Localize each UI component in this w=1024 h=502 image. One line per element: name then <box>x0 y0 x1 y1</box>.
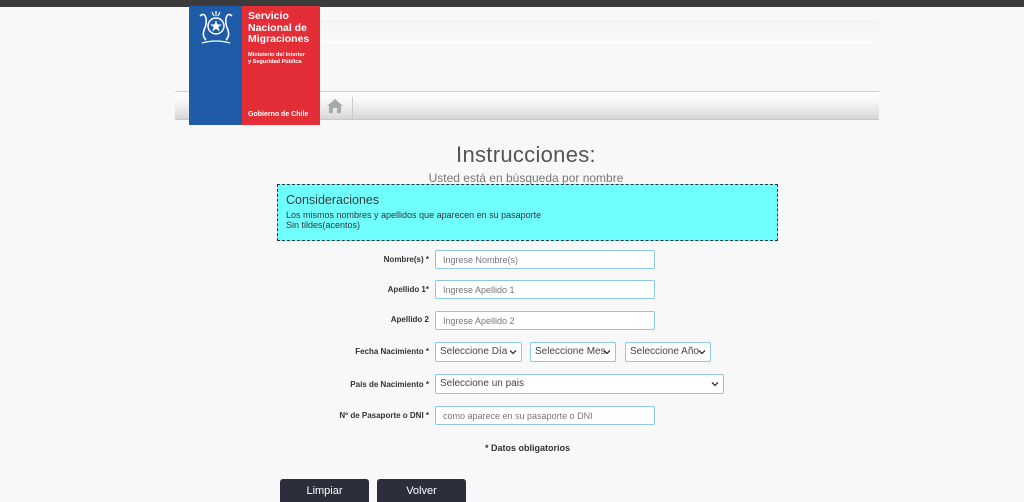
logo-red-panel: Servicio Nacional de Migraciones Ministe… <box>242 6 320 125</box>
nav-separator <box>352 97 353 119</box>
page-title: Instrucciones: <box>456 142 596 167</box>
considerations-notice: Consideraciones Los mismos nombres y ape… <box>277 184 778 241</box>
chevron-down-icon <box>509 350 517 355</box>
logo-blue-panel <box>189 6 242 125</box>
pais-nacimiento-label: País de Nacimiento * <box>350 380 429 389</box>
anio-select-value: Seleccione Año <box>630 346 699 357</box>
chevron-down-icon <box>711 382 719 387</box>
logo-subtitle-line: Ministerio del Interior <box>248 52 305 58</box>
logo-subtitle-line: y Seguridad Pública <box>248 59 302 65</box>
back-button[interactable]: Volver <box>377 479 466 502</box>
notice-heading: Consideraciones <box>286 193 380 207</box>
chevron-down-icon <box>698 350 706 355</box>
apellido2-label: Apellido 2 <box>390 315 429 324</box>
logo-title-line: Servicio <box>248 10 289 22</box>
logo-government: Gobierno de Chile <box>248 111 309 118</box>
nombre-input[interactable]: Ingrese Nombre(s) <box>435 250 655 269</box>
chile-crest-icon <box>199 11 233 44</box>
browser-top-bar <box>0 0 1024 7</box>
anio-select[interactable]: Seleccione Año <box>625 342 711 362</box>
notice-line: Los mismos nombres y apellidos que apare… <box>286 210 542 220</box>
chevron-down-icon <box>603 350 611 355</box>
logo: Servicio Nacional de Migraciones Ministe… <box>189 6 320 125</box>
pais-select[interactable]: Seleccione un pais <box>435 374 724 394</box>
nombre-label: Nombre(s) * <box>383 255 429 264</box>
notice-line: Sin tildes(acentos) <box>286 220 361 230</box>
mes-select-value: Seleccione Mes <box>535 346 606 357</box>
apellido2-input[interactable]: Ingrese Apellido 2 <box>435 311 655 330</box>
page-subtitle: Usted está en búsqueda por nombre <box>428 171 624 185</box>
home-icon[interactable] <box>326 98 344 114</box>
clear-button[interactable]: Limpiar <box>280 479 369 502</box>
fecha-nacimiento-label: Fecha Nacimiento * <box>355 347 429 356</box>
apellido1-input[interactable]: Ingrese Apellido 1 <box>435 280 655 299</box>
pasaporte-input[interactable]: como aparece en su pasaporte o DNI <box>435 406 655 425</box>
logo-title-line: Migraciones <box>248 33 310 45</box>
pasaporte-label: Nº de Pasaporte o DNI * <box>339 411 429 420</box>
logo-subtitle: Ministerio del Interior y Seguridad Públ… <box>248 52 320 66</box>
mes-select[interactable]: Seleccione Mes <box>530 342 616 362</box>
header-strip <box>320 20 879 44</box>
required-note: * Datos obligatorios <box>484 443 570 453</box>
pais-select-value: Seleccione un pais <box>440 378 524 389</box>
logo-title: Servicio Nacional de Migraciones <box>248 10 320 46</box>
dia-select-value: Seleccione Día <box>440 346 508 357</box>
apellido1-label: Apellido 1* <box>387 285 429 294</box>
dia-select[interactable]: Seleccione Día <box>435 342 522 362</box>
